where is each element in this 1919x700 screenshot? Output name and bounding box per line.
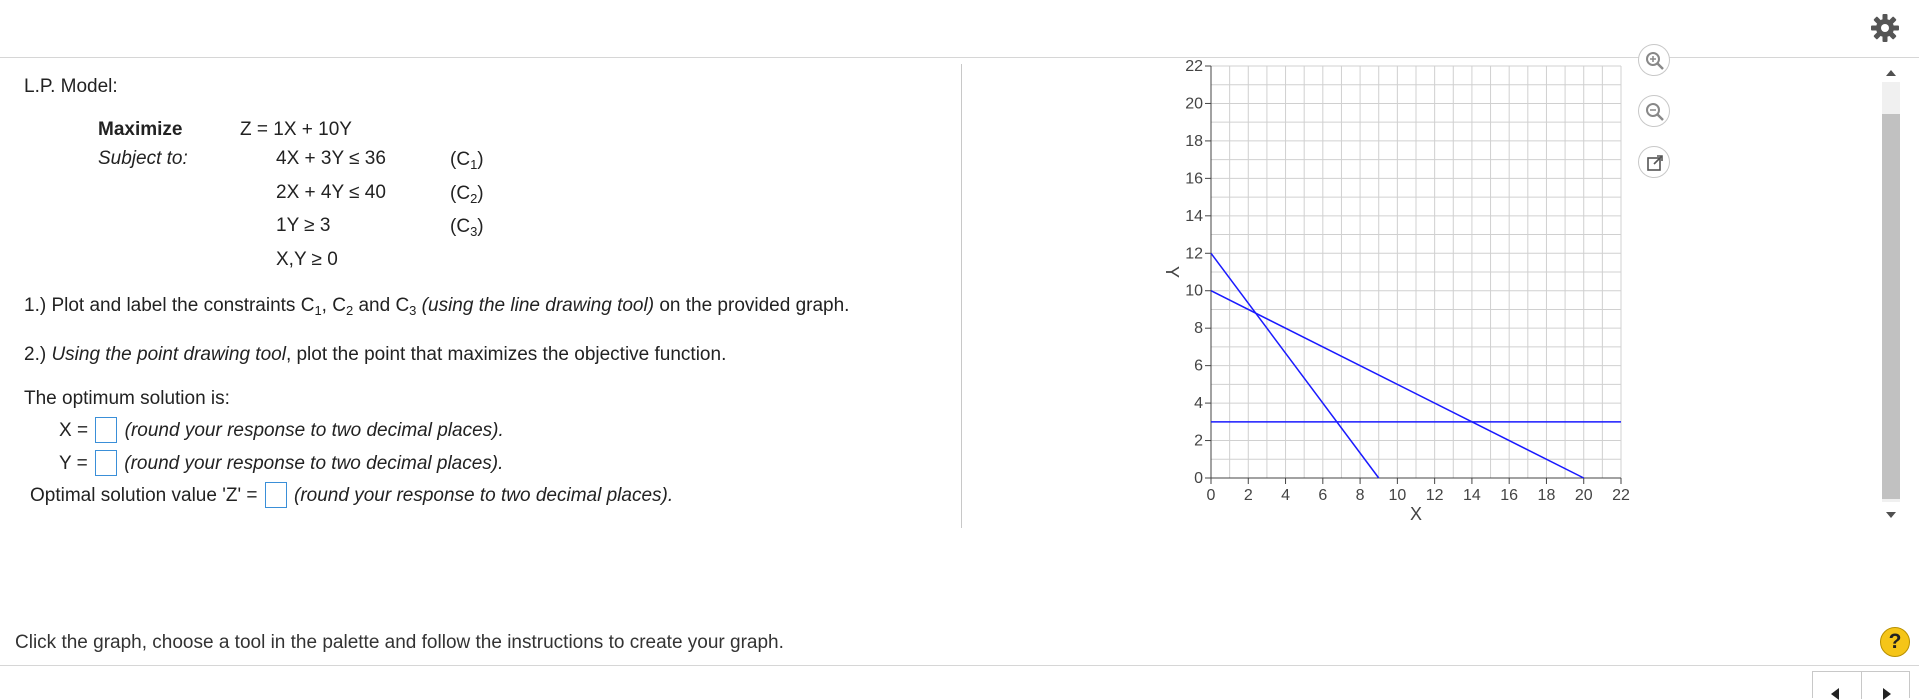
help-button[interactable]: ?	[1880, 627, 1910, 657]
zoom-out-icon	[1646, 103, 1664, 121]
y-answer-row: Y = (round your response to two decimal …	[59, 450, 503, 476]
scroll-thumb[interactable]	[1882, 114, 1900, 499]
x-tick-label: 6	[1318, 487, 1327, 504]
top-bar	[0, 0, 1919, 58]
gear-icon[interactable]	[1868, 11, 1902, 45]
y-tick-label: 6	[1194, 358, 1203, 375]
x-tick-label: 20	[1575, 487, 1593, 504]
y-answer-input[interactable]	[95, 450, 117, 476]
z-answer-row: Optimal solution value 'Z' = (round your…	[30, 482, 673, 508]
footer-instruction: Click the graph, choose a tool in the pa…	[15, 632, 784, 653]
graph-area[interactable]: 0 2 4 6 8 10 12 14 16 18 20 22 0 2 4 6 8 10 12 14 16 18 20 22 X Y	[1150, 44, 1680, 533]
z-label: Optimal solution value 'Z' =	[30, 485, 258, 506]
constraint-c2-tag: (C2)	[450, 183, 484, 206]
next-arrow-icon[interactable]	[1883, 688, 1891, 700]
constraint-c2-expr: 2X + 4Y ≤ 40	[276, 182, 386, 203]
y-tick-label: 18	[1185, 133, 1203, 150]
y-tick-label: 4	[1194, 395, 1203, 412]
subject-to-label: Subject to:	[98, 148, 188, 169]
zoom-out-button[interactable]	[1638, 95, 1670, 127]
graph-scrollbar[interactable]	[1880, 60, 1902, 530]
question-2: 2.) Using the point drawing tool, plot t…	[24, 344, 727, 365]
constraint-c3-expr: 1Y ≥ 3	[276, 215, 331, 236]
y-round-note: (round your response to two decimal plac…	[124, 453, 504, 474]
x-tick-label: 4	[1281, 487, 1290, 504]
y-tick-label: 20	[1185, 95, 1203, 112]
maximize-label: Maximize	[98, 119, 183, 140]
question-navigation	[1812, 671, 1910, 700]
x-tick-label: 10	[1388, 487, 1406, 504]
x-tick-label: 16	[1500, 487, 1518, 504]
x-tick-label: 18	[1538, 487, 1556, 504]
y-tick-label: 16	[1185, 170, 1203, 187]
z-round-note: (round your response to two decimal plac…	[294, 485, 674, 506]
x-tick-label: 14	[1463, 487, 1481, 504]
scroll-down-arrow-icon[interactable]	[1886, 512, 1896, 518]
y-tick-label: 0	[1194, 470, 1203, 487]
x-label: X =	[59, 420, 89, 441]
y-tick-label: 8	[1194, 320, 1203, 337]
pane-divider	[961, 64, 962, 528]
y-tick-label: 14	[1185, 208, 1203, 225]
model-title: L.P. Model:	[24, 76, 118, 97]
constraint-c1-expr: 4X + 3Y ≤ 36	[276, 148, 386, 169]
footer-divider	[0, 665, 1919, 666]
y-tick-label: 22	[1185, 58, 1203, 75]
x-tick-label: 22	[1612, 487, 1630, 504]
lp-graph[interactable]: 0 2 4 6 8 10 12 14 16 18 20 22 0 2 4 6 8 10 12 14 16 18 20 22 X Y	[1150, 58, 1680, 533]
scroll-up-arrow-icon[interactable]	[1886, 70, 1896, 76]
x-answer-input[interactable]	[95, 417, 118, 443]
zoom-in-button[interactable]	[1638, 44, 1670, 76]
y-label: Y =	[59, 453, 88, 474]
x-tick-label: 12	[1426, 487, 1444, 504]
objective-function: Z = 1X + 10Y	[240, 119, 352, 140]
constraint-c3-tag: (C3)	[450, 216, 484, 239]
zoom-in-icon	[1646, 52, 1664, 70]
x-axis-label: X	[1410, 504, 1422, 524]
x-tick-label: 0	[1207, 487, 1216, 504]
popout-button[interactable]	[1638, 146, 1670, 178]
question-1: 1.) Plot and label the constraints C1, C…	[24, 295, 850, 318]
z-answer-input[interactable]	[264, 482, 287, 508]
nonnegativity-constraint: X,Y ≥ 0	[276, 249, 338, 270]
x-tick-label: 2	[1244, 487, 1253, 504]
y-tick-label: 2	[1194, 433, 1203, 450]
x-answer-row: X = (round your response to two decimal …	[59, 417, 504, 443]
problem-pane: L.P. Model: Maximize Z = 1X + 10Y Subjec…	[0, 58, 960, 528]
previous-arrow-icon[interactable]	[1831, 688, 1839, 700]
constraint-c1-tag: (C1)	[450, 149, 484, 172]
solution-heading: The optimum solution is:	[24, 388, 230, 409]
x-tick-label: 8	[1356, 487, 1365, 504]
y-axis-label: Y	[1162, 266, 1182, 278]
y-tick-label: 12	[1185, 245, 1203, 262]
external-link-icon	[1647, 155, 1663, 171]
y-tick-label: 10	[1185, 283, 1203, 300]
x-round-note: (round your response to two decimal plac…	[124, 420, 504, 441]
nav-separator	[1861, 672, 1862, 699]
